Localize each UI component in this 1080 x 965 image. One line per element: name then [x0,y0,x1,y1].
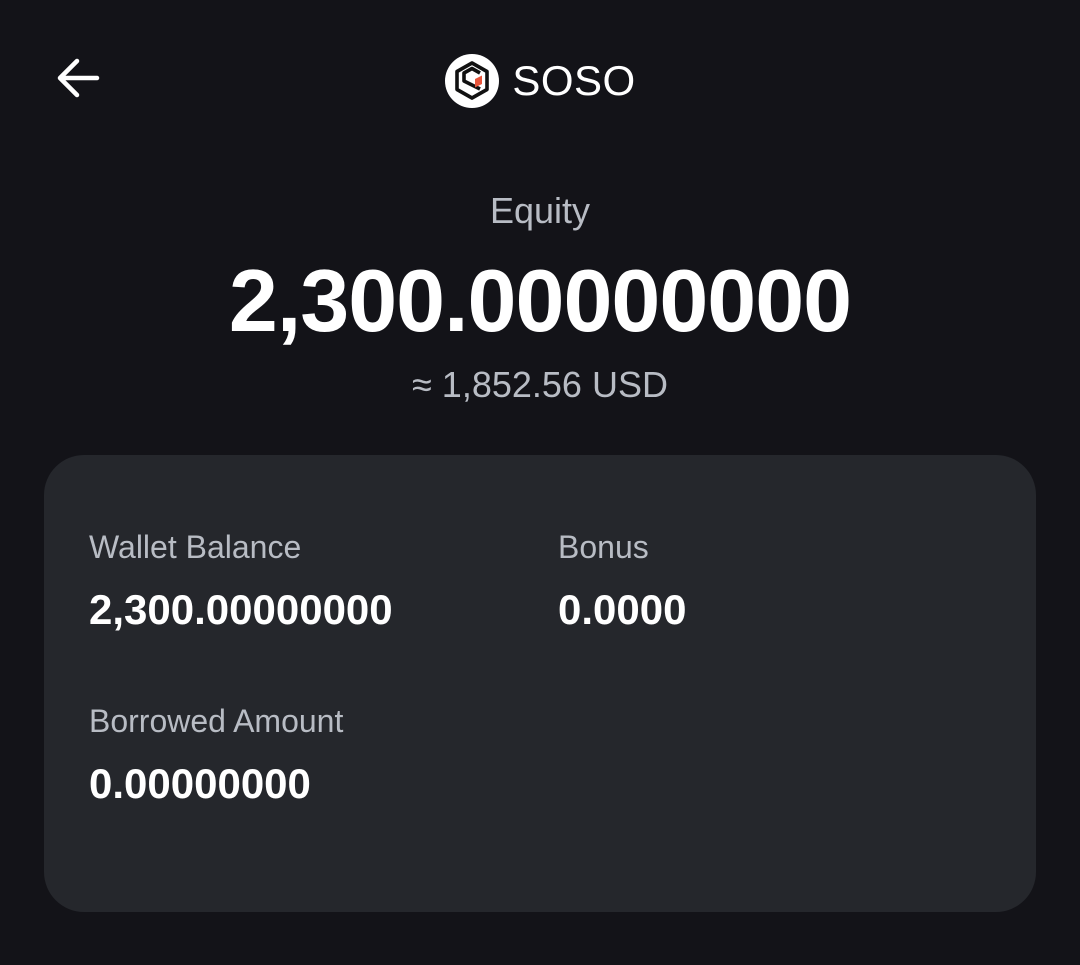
bonus-value: 0.0000 [558,586,687,633]
borrowed-amount-item: Borrowed Amount 0.00000000 [89,701,343,809]
borrowed-amount-label: Borrowed Amount [89,703,344,739]
header-title: SOSO [0,52,1080,110]
wallet-balance-item: Wallet Balance 2,300.00000000 [89,527,393,635]
details-card: Wallet Balance 2,300.00000000 Bonus 0.00… [44,455,1036,912]
bonus-label: Bonus [558,529,649,565]
coin-name: SOSO [512,57,636,104]
borrowed-amount-value: 0.00000000 [89,760,311,807]
wallet-balance-value: 2,300.00000000 [89,586,393,633]
soso-logo-icon [444,53,500,109]
equity-value: 2,300.00000000 [228,251,852,350]
equity-label: Equity [489,190,591,231]
wallet-balance-label: Wallet Balance [89,529,302,565]
equity-usd-equivalent: ≈ 1,852.56 USD [412,364,668,405]
bonus-item: Bonus 0.0000 [558,527,686,635]
